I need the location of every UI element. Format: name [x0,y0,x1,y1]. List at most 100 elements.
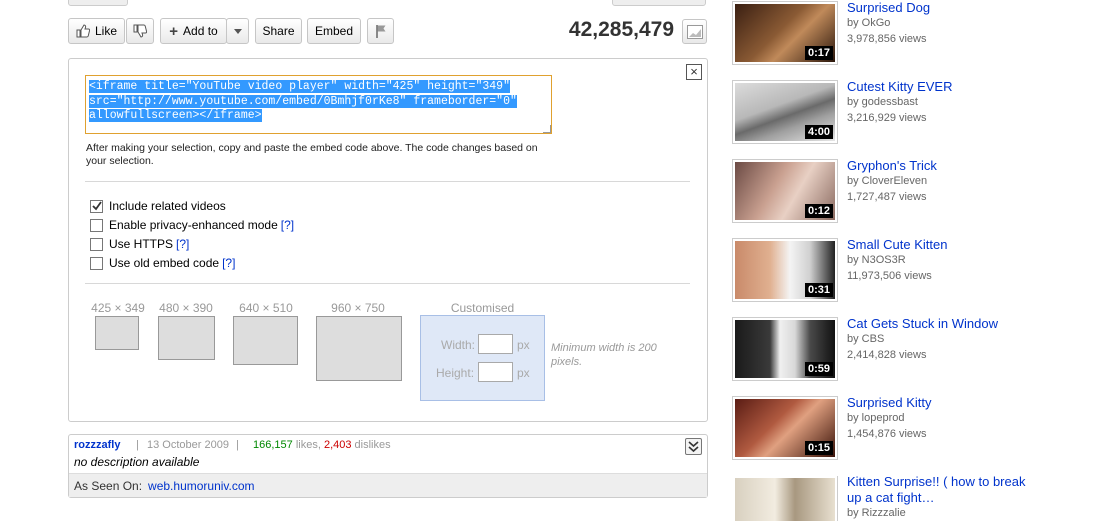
help-link[interactable]: [?] [281,218,294,232]
unit-label: px [517,366,530,380]
video-thumbnail[interactable]: 0:31 [732,238,838,302]
seen-on-link[interactable]: web.humoruniv.com [148,479,255,493]
duration-badge: 4:00 [804,125,833,139]
likes-count: 166,157 [253,439,293,451]
dislike-button[interactable] [126,18,154,44]
share-button[interactable]: Share [255,18,302,44]
embed-code-line: allowfullscreen></iframe> [89,109,262,122]
duration-badge: 0:15 [804,441,833,455]
size-option-640[interactable] [233,316,298,365]
option-privacy-mode[interactable]: Enable privacy-enhanced mode [?] [90,218,294,232]
video-thumbnail[interactable]: 0:15 [732,396,838,460]
video-title[interactable]: Gryphon's Trick [847,158,1047,174]
stats-button[interactable] [682,19,707,44]
close-icon: × [690,64,698,79]
custom-size-label: Customised [450,301,515,315]
divider [85,283,690,284]
separator: | [136,439,139,451]
video-title[interactable]: Cat Gets Stuck in Window [847,316,1047,332]
video-views: 1,727,487 views [847,191,927,203]
video-thumbnail[interactable]: 0:12 [732,159,838,223]
checkbox-old-embed[interactable] [90,256,103,270]
chevron-down-icon [233,28,242,34]
checkbox-https[interactable] [90,237,103,251]
share-label: Share [262,24,295,38]
video-channel: by lopeprod [847,412,905,424]
option-old-embed[interactable]: Use old embed code [?] [90,256,235,270]
related-video[interactable]: 0:17 Surprised Dog by OkGo 3,978,856 vie… [732,0,1063,72]
unit-label: px [517,338,530,352]
video-thumbnail[interactable]: 4:00 [732,80,838,144]
plus-icon: + [169,22,179,40]
video-channel: by godessbast [847,96,918,108]
height-label: Height: [436,366,475,380]
expand-description-button[interactable] [685,438,702,455]
related-video[interactable]: 0:31 Small Cute Kitten by N3OS3R 11,973,… [732,237,1063,309]
add-to-dropdown-button[interactable] [226,18,249,44]
video-title[interactable]: Surprised Dog [847,0,1047,16]
flag-icon [375,25,385,38]
option-label: Use HTTPS [109,237,174,251]
close-embed-button[interactable]: × [686,64,702,80]
video-thumbnail[interactable]: 0:17 [732,1,838,65]
top-toolbar-fragment-right [612,0,706,6]
option-related-videos[interactable]: Include related videos [90,199,226,213]
embed-hint: After making your selection, copy and pa… [86,142,538,167]
video-channel: by CBS [847,333,885,345]
height-input[interactable] [478,362,513,382]
thumbs-down-icon [133,24,147,38]
help-link[interactable]: [?] [176,237,189,251]
size-option-label: 480 × 390 [159,301,213,315]
check-icon [91,201,102,211]
size-option-label: 960 × 750 [331,301,385,315]
uploader-link[interactable]: rozzzafly [74,439,120,451]
related-video[interactable]: Kitten Surprise!! ( how to break up a ca… [733,476,1063,521]
video-channel: by N3OS3R [847,254,906,266]
video-title[interactable]: Kitten Surprise!! ( how to break up a ca… [847,476,1037,506]
video-channel: by OkGo [847,17,891,29]
related-video[interactable]: 4:00 Cutest Kitty EVER by godessbast 3,2… [732,79,1063,151]
video-thumbnail[interactable] [733,476,838,521]
option-https[interactable]: Use HTTPS [?] [90,237,189,251]
width-input[interactable] [478,334,513,354]
add-to-button[interactable]: + Add to [160,18,227,44]
video-thumbnail[interactable]: 0:59 [732,317,838,381]
thumbs-up-icon [76,24,90,38]
related-video[interactable]: 0:12 Gryphon's Trick by CloverEleven 1,7… [732,158,1063,230]
checkbox-related-videos[interactable] [90,199,103,213]
min-width-note: Minimum width is 200 pixels. [551,342,657,368]
dislikes-count: 2,403 [323,439,352,451]
width-label: Width: [441,338,476,352]
flag-button[interactable] [367,18,394,44]
video-views: 11,973,506 views [847,270,932,282]
video-views: 3,216,929 views [847,112,927,124]
resize-handle[interactable] [543,125,551,133]
size-option-425[interactable] [95,316,139,350]
option-label: Enable privacy-enhanced mode [109,218,278,232]
divider [85,181,690,182]
video-title[interactable]: Cutest Kitty EVER [847,79,1047,95]
related-video[interactable]: 0:15 Surprised Kitty by lopeprod 1,454,8… [732,395,1063,467]
related-video[interactable]: 0:59 Cat Gets Stuck in Window by CBS 2,4… [732,316,1063,388]
duration-badge: 0:17 [804,46,833,60]
embed-code-line: <iframe title="YouTube video player" wid… [89,80,510,93]
seen-on: As Seen On: web.humoruniv.com [74,479,255,493]
video-title[interactable]: Small Cute Kitten [847,237,1047,253]
size-option-960[interactable] [316,316,402,381]
help-link[interactable]: [?] [222,256,235,270]
option-label: Use old embed code [109,256,220,270]
video-title[interactable]: Surprised Kitty [847,395,1047,411]
size-option-label: 425 × 349 [91,301,145,315]
video-channel: by Rizzzalie [847,507,906,519]
like-button[interactable]: Like [68,18,125,44]
top-toolbar-fragment [68,0,128,6]
likes-count-line: 166,157 likes, 2,403 dislikes [253,439,391,451]
seen-on-label: As Seen On: [74,479,143,493]
upload-date: 13 October 2009 [147,439,229,451]
embed-button[interactable]: Embed [307,18,361,44]
embed-label: Embed [314,24,354,38]
embed-code-textarea[interactable]: <iframe title="YouTube video player" wid… [85,75,552,134]
duration-badge: 0:12 [804,204,833,218]
checkbox-privacy-mode[interactable] [90,218,103,232]
size-option-480[interactable] [158,316,215,360]
